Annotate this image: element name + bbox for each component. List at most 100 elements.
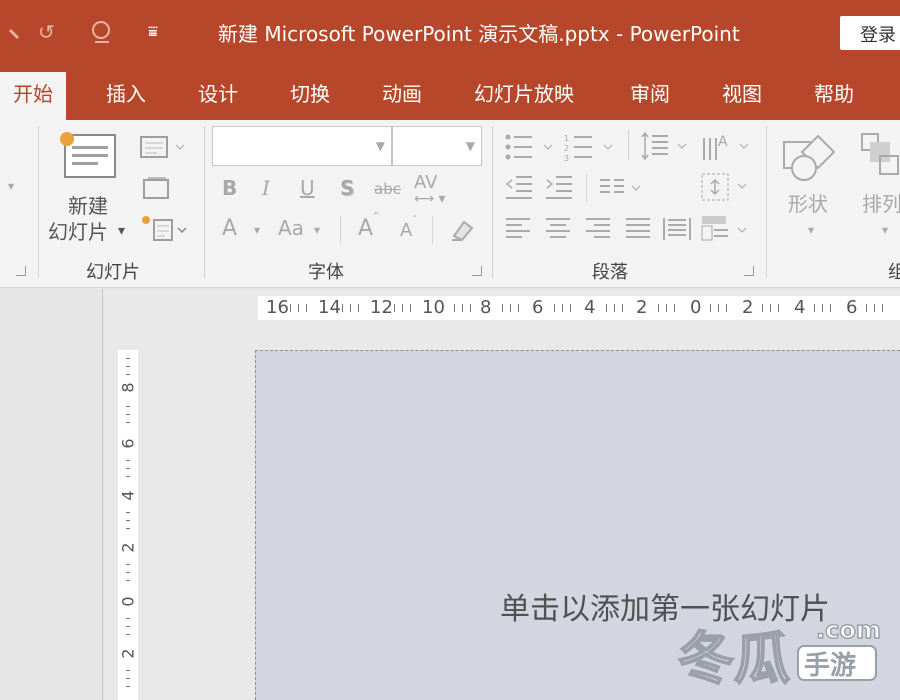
site-watermark-logo: 冬瓜 手游 .com [677, 615, 882, 692]
tab-slideshow[interactable]: 幻灯片放映 [474, 78, 574, 107]
align-text-icon[interactable] [700, 172, 752, 206]
ruler-label: 2 [118, 542, 138, 553]
strikethrough-button[interactable]: abc [374, 182, 401, 197]
underline-button[interactable]: U [300, 178, 315, 198]
bullets-icon[interactable] [504, 132, 558, 166]
slide-thumbnail-pane[interactable] [0, 289, 103, 700]
undo-icon[interactable]: ↺ [38, 14, 55, 50]
character-spacing-button[interactable]: AV [414, 174, 437, 192]
ruler-label: 2 [742, 297, 754, 318]
ruler-label: 2 [118, 648, 138, 659]
tab-view[interactable]: 视图 [722, 78, 762, 107]
chevron-down-icon[interactable]: ▾ [808, 224, 814, 236]
vertical-ruler: 8 6 4 2 0 2 [118, 350, 138, 700]
svg-text:2: 2 [564, 144, 569, 153]
align-right-icon[interactable] [584, 216, 612, 246]
tab-help[interactable]: 帮助 [814, 78, 854, 107]
tab-transitions[interactable]: 切换 [290, 78, 330, 107]
bold-button[interactable]: B [222, 178, 237, 198]
spacing-arrow-icon: ⟷ ▾ [414, 191, 446, 207]
justify-icon[interactable] [624, 216, 652, 246]
shapes-icon[interactable] [782, 132, 838, 188]
chevron-down-icon[interactable]: ▼ [466, 139, 475, 153]
line-spacing-icon[interactable] [640, 130, 694, 166]
numbering-icon[interactable]: 123 [564, 132, 618, 166]
grow-font-caret-icon: ^ [372, 211, 381, 222]
change-case-button[interactable]: Aa [278, 218, 304, 238]
font-launcher-icon[interactable] [472, 266, 482, 276]
group-separator [38, 126, 39, 278]
ruler-label: 8 [118, 382, 138, 393]
increase-indent-icon[interactable] [544, 174, 574, 204]
new-slide-dropdown-icon[interactable]: ▾ [118, 224, 125, 238]
font-name-combobox[interactable]: ▼ [212, 126, 392, 166]
font-color-button[interactable]: A [222, 218, 237, 240]
clipboard-launcher-icon[interactable] [16, 266, 26, 276]
title-bar: ↺ ⩸ 新建 Microsoft PowerPoint 演示文稿.pptx - … [0, 0, 900, 64]
tab-home[interactable]: 开始 [0, 72, 66, 120]
separator [586, 174, 587, 202]
ruler-label: 6 [846, 297, 858, 318]
chevron-down-icon[interactable]: ▾ [314, 224, 320, 236]
ruler-label: 16 [266, 297, 289, 318]
drawing-group-label: 组 [888, 262, 900, 283]
columns-icon[interactable] [598, 176, 648, 204]
align-left-icon[interactable] [504, 216, 532, 246]
ruler-label: 6 [118, 438, 138, 449]
watermark-domain: .com [816, 616, 881, 644]
font-size-combobox[interactable]: ▼ [392, 126, 482, 166]
window-title: 新建 Microsoft PowerPoint 演示文稿.pptx - Powe… [218, 22, 740, 46]
paragraph-launcher-icon[interactable] [744, 266, 754, 276]
clipboard-collapsed-arrow-icon[interactable]: ▾ [8, 180, 14, 192]
decrease-indent-icon[interactable] [504, 174, 534, 204]
align-center-icon[interactable] [544, 216, 572, 246]
ruler-label: 8 [480, 297, 492, 318]
separator [340, 216, 341, 244]
arrange-icon[interactable] [860, 132, 900, 188]
group-separator [766, 126, 767, 278]
separator [432, 216, 433, 244]
chevron-down-icon[interactable]: ▼ [376, 139, 385, 153]
tab-design[interactable]: 设计 [198, 78, 238, 107]
ruler-label: 4 [584, 297, 596, 318]
italic-button[interactable]: I [262, 178, 270, 198]
tab-review[interactable]: 审阅 [630, 78, 670, 107]
ruler-label: 0 [118, 596, 138, 607]
chevron-down-icon[interactable]: ▾ [254, 224, 260, 236]
ruler-label: 12 [370, 297, 393, 318]
shapes-label[interactable]: 形状 [788, 194, 828, 214]
touch-mode-icon[interactable] [88, 14, 118, 50]
new-slide-label-line2[interactable]: 幻灯片 [48, 222, 108, 242]
login-button[interactable]: 登录 [840, 16, 900, 50]
shadow-button[interactable]: S [340, 178, 354, 198]
ruler-label: 0 [690, 297, 702, 318]
group-separator [204, 126, 205, 278]
watermark-brand-small: 手游 [804, 651, 856, 681]
group-separator [492, 126, 493, 278]
ribbon-tabs: 开始 插入 设计 切换 动画 幻灯片放映 审阅 视图 帮助 [0, 64, 900, 120]
save-icon[interactable] [8, 14, 32, 50]
text-direction-icon[interactable]: A [700, 130, 752, 166]
arrange-label[interactable]: 排列 [862, 194, 900, 214]
shrink-font-caret-icon: ˇ [412, 215, 417, 226]
reset-icon[interactable] [142, 174, 172, 204]
watermark-brand-big: 冬瓜 [678, 627, 790, 692]
new-slide-label-line1[interactable]: 新建 [68, 196, 108, 216]
ruler-label: 4 [794, 297, 806, 318]
ribbon: ▾ 新建 幻灯片 ▾ 幻灯片 ▼ ▼ B I U S abc AV ⟷ ▾ A … [0, 120, 900, 288]
tab-insert[interactable]: 插入 [106, 78, 146, 107]
layout-icon[interactable] [140, 136, 186, 162]
section-icon[interactable] [140, 214, 190, 246]
shrink-font-button[interactable]: A [400, 222, 412, 240]
grow-font-button[interactable]: A [358, 218, 373, 240]
chevron-down-icon[interactable]: ▾ [882, 224, 888, 236]
distributed-icon[interactable] [662, 214, 692, 246]
paragraph-group-label: 段落 [592, 262, 628, 283]
ruler-label: 14 [318, 297, 341, 318]
slides-group-label: 幻灯片 [86, 262, 140, 283]
smartart-icon[interactable] [700, 214, 752, 248]
customize-qat-icon[interactable]: ⩸ [148, 14, 158, 50]
clear-formatting-icon[interactable] [448, 216, 476, 248]
svg-text:A: A [718, 134, 728, 150]
tab-animations[interactable]: 动画 [382, 78, 422, 107]
